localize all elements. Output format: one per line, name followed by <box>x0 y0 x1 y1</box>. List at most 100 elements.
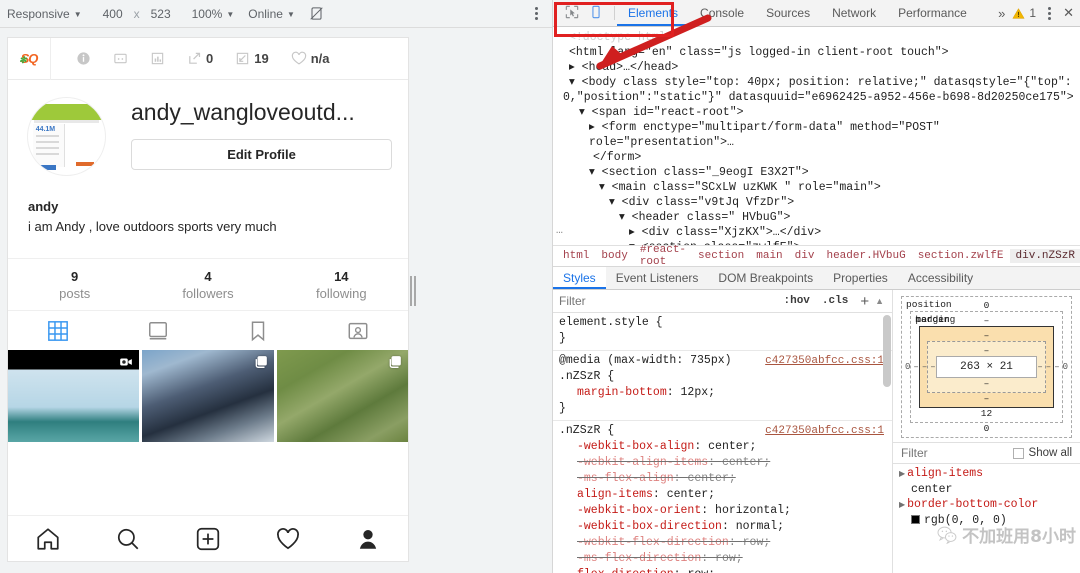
declaration[interactable]: -webkit-box-orient: horizontal; <box>559 503 892 519</box>
viewport-resize-handle[interactable] <box>408 273 418 309</box>
styles-filter-input[interactable] <box>559 294 778 308</box>
close-devtools-button[interactable]: ✕ <box>1063 5 1074 21</box>
declaration[interactable]: -webkit-flex-direction: row; <box>559 535 892 551</box>
nav-home[interactable] <box>8 526 88 552</box>
tab-grid[interactable] <box>8 311 108 350</box>
dom-tree[interactable]: <!doctype html> <html lang="en" class="j… <box>553 27 1080 245</box>
tab-dom-breakpoints[interactable]: DOM Breakpoints <box>708 267 823 289</box>
computed-filter-input[interactable] <box>901 446 1007 460</box>
throttling-selector[interactable]: Online ▼ <box>241 7 302 21</box>
breadcrumb-item[interactable]: section.zwlfE <box>912 249 1010 263</box>
tab-network[interactable]: Network <box>821 0 887 26</box>
hov-button[interactable]: :hov <box>778 295 816 307</box>
metric-external-links[interactable]: 0 <box>176 51 224 66</box>
box-model-position-layer[interactable]: position 0 0 margin – – border – – paddi… <box>901 296 1072 438</box>
show-all-checkbox[interactable] <box>1012 447 1024 459</box>
tab-accessibility[interactable]: Accessibility <box>898 267 983 289</box>
triangle-right-icon[interactable]: ▶ <box>899 470 905 479</box>
dom-line[interactable]: ▾ <span id="react-root"> <box>553 105 1080 120</box>
dom-line[interactable]: <html lang="en" class="js logged-in clie… <box>553 45 1080 60</box>
post-thumbnail[interactable] <box>142 350 274 442</box>
color-swatch[interactable] <box>911 515 920 524</box>
metric-internal-links[interactable]: 19 <box>224 51 279 66</box>
device-selector[interactable]: Responsive ▼ <box>0 7 89 21</box>
position-bottom-value[interactable]: 0 <box>905 423 1068 434</box>
box-model-border-layer[interactable]: border – – padding – – 263 × 21 – – – – <box>915 314 1055 408</box>
style-rule-element-style[interactable]: element.style { } <box>553 313 892 351</box>
declaration[interactable]: -ms-flex-align: center; <box>559 471 892 487</box>
post-thumbnail[interactable] <box>276 350 408 442</box>
warning-badge[interactable]: 1 <box>1012 6 1036 20</box>
border-right-value[interactable]: – <box>1046 362 1051 372</box>
device-toolbar-more-button[interactable] <box>535 7 552 20</box>
chevron-up-icon[interactable]: ▲ <box>875 296 892 306</box>
dom-line[interactable]: ▾ <div class="v9tJq VfzDr"> <box>553 195 1080 210</box>
border-top-value[interactable]: – <box>922 330 1051 341</box>
new-style-rule-button[interactable]: + <box>854 293 875 310</box>
breadcrumb-item[interactable]: div <box>789 249 821 263</box>
edit-profile-button[interactable]: Edit Profile <box>131 139 392 171</box>
tab-sources[interactable]: Sources <box>755 0 821 26</box>
declaration[interactable]: flex-direction: row; <box>559 567 892 573</box>
computed-properties-list[interactable]: ▶ align-items center ▶ border-bottom-color… <box>893 464 1080 573</box>
nav-search[interactable] <box>88 526 168 552</box>
margin-bottom-value[interactable]: 12 <box>913 408 1059 419</box>
breadcrumb-item[interactable]: body <box>595 249 633 263</box>
dom-line[interactable]: ▾ <section class="zwlfE"> <box>553 240 1080 245</box>
computed-property[interactable]: ▶ border-bottom-color <box>899 497 1080 513</box>
declaration[interactable]: -webkit-box-direction: normal; <box>559 519 892 535</box>
declaration[interactable]: -webkit-align-items: center; <box>559 455 892 471</box>
dom-line[interactable]: ▸ <head>…</head> <box>553 60 1080 75</box>
dom-line[interactable]: ▾ <body class style="top: 40px; position… <box>553 75 1080 90</box>
inspect-element-button[interactable] <box>565 5 579 22</box>
breadcrumb-item[interactable]: header.HVbuG <box>820 249 911 263</box>
styles-scrollbar[interactable] <box>883 315 891 387</box>
dom-line[interactable]: </form> <box>553 150 1080 165</box>
metric-health[interactable]: n/a <box>280 51 341 66</box>
styles-rules-list[interactable]: element.style { } @media (max-width: 735… <box>553 313 892 573</box>
computed-property[interactable]: ▶ align-items <box>899 466 1080 482</box>
style-rule-nzszr[interactable]: .nZSzR { c427350abfcc.css:1 -webkit-box-… <box>553 421 892 573</box>
breadcrumb-item-active[interactable]: div.nZSzR <box>1009 249 1080 263</box>
declaration[interactable]: margin-bottom: 12px; <box>559 385 892 401</box>
tab-performance[interactable]: Performance <box>887 0 978 26</box>
metric-page[interactable] <box>102 51 139 66</box>
tab-elements[interactable]: Elements <box>617 0 689 26</box>
dom-line[interactable]: ▸ <div class="XjzKX">…</div> <box>553 225 1080 240</box>
devtools-more-button[interactable] <box>1043 6 1056 20</box>
tab-properties[interactable]: Properties <box>823 267 898 289</box>
more-tabs-button[interactable]: » <box>998 6 1005 21</box>
dom-line[interactable]: ▸ <form enctype="multipart/form-data" me… <box>553 120 1080 150</box>
box-model-content-size[interactable]: 263 × 21 <box>935 356 1038 378</box>
cls-button[interactable]: .cls <box>816 295 854 307</box>
margin-right-value[interactable]: – <box>1054 362 1059 372</box>
padding-top-value[interactable]: – <box>930 345 1043 356</box>
triangle-right-icon[interactable]: ▶ <box>899 501 905 510</box>
extension-logo[interactable]: ✻ SQ <box>8 51 50 66</box>
tab-event-listeners[interactable]: Event Listeners <box>606 267 709 289</box>
box-model-padding-layer[interactable]: padding – – 263 × 21 – – <box>915 314 1046 393</box>
padding-bottom-value[interactable]: – <box>930 378 1043 389</box>
padding-right-value[interactable]: – <box>1037 362 1042 372</box>
rotate-button[interactable] <box>302 6 331 21</box>
nav-activity[interactable] <box>248 526 328 552</box>
tab-igtv[interactable] <box>108 311 208 350</box>
viewport-height-input[interactable]: 523 <box>144 7 178 21</box>
dom-line[interactable]: 0,"position":"static"}" datasquuid="e696… <box>553 90 1080 105</box>
show-all-checkbox-label[interactable]: Show all <box>1012 447 1072 459</box>
avatar[interactable]: 44.1M <box>28 98 105 175</box>
position-right-value[interactable]: 0 <box>1063 362 1068 372</box>
tab-saved[interactable] <box>208 311 308 350</box>
dom-line[interactable]: ▾ <header class=" HVbuG"> <box>553 210 1080 225</box>
rule-source-link[interactable]: c427350abfcc.css:1 <box>765 423 884 439</box>
breadcrumb-item[interactable]: main <box>750 249 788 263</box>
declaration[interactable]: align-items: center; <box>559 487 892 503</box>
stat-followers[interactable]: 4 followers <box>141 269 274 301</box>
dom-line[interactable]: ▾ <main class="SCxLW uzKWK " role="main"… <box>553 180 1080 195</box>
zoom-selector[interactable]: 100% ▼ <box>185 7 242 21</box>
metric-chart[interactable] <box>139 51 176 66</box>
stat-posts[interactable]: 9 posts <box>8 269 141 301</box>
box-model[interactable]: position 0 0 margin – – border – – paddi… <box>901 296 1072 438</box>
dom-line[interactable]: ▾ <section class="_9eogI E3X2T"> <box>553 165 1080 180</box>
post-thumbnail[interactable] <box>8 350 140 442</box>
